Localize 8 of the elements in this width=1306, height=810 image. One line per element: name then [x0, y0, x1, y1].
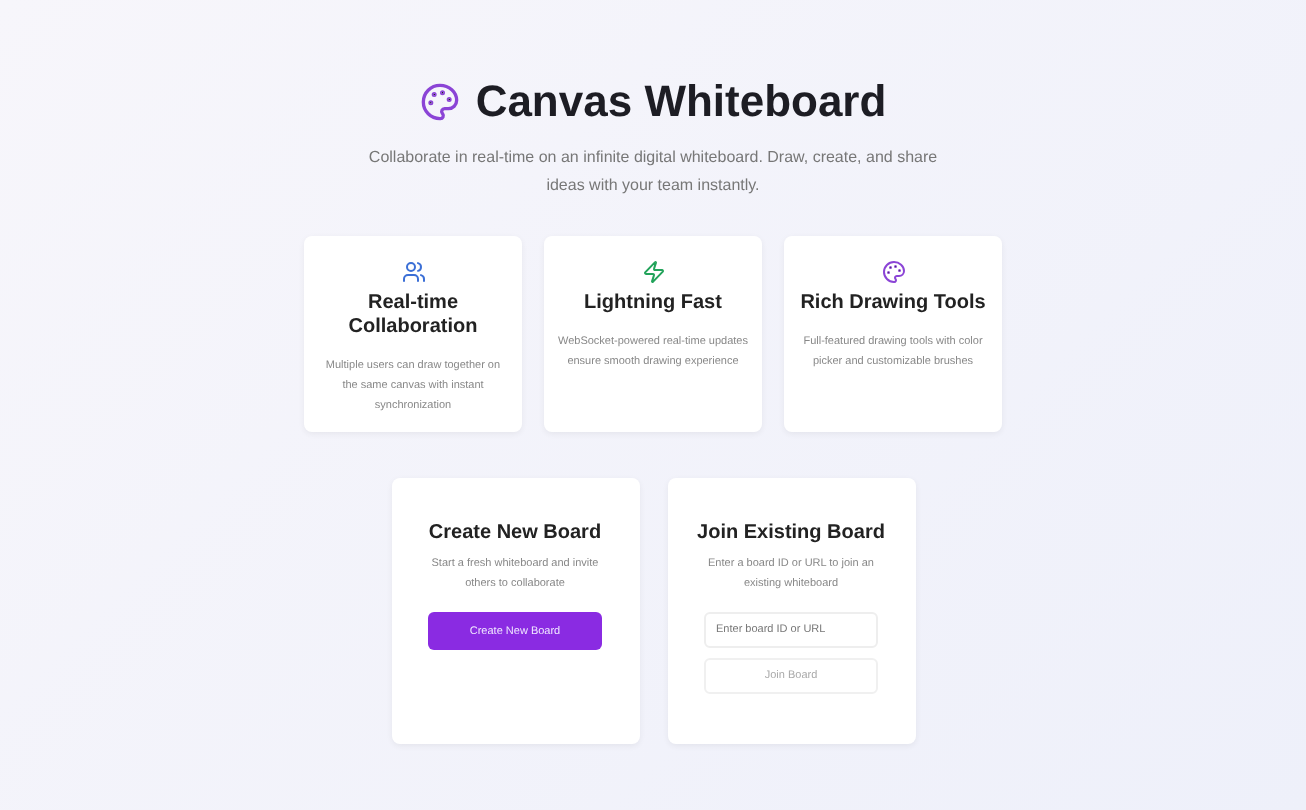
feature-title: Rich Drawing Tools [800, 292, 986, 316]
card-title: Join Existing Board [697, 522, 885, 544]
card-title: Create New Board [428, 522, 602, 544]
subtitle: Collaborate in real-time on an infinite digital whiteboard. Draw, create, and share ideas with your team instantly. [366, 146, 940, 198]
feature-title: Real-time Collaboration [346, 292, 480, 340]
page-title: Canvas Whiteboard [475, 76, 887, 128]
feature-title: Lightning Fast [584, 292, 722, 316]
palette-icon [419, 82, 460, 122]
